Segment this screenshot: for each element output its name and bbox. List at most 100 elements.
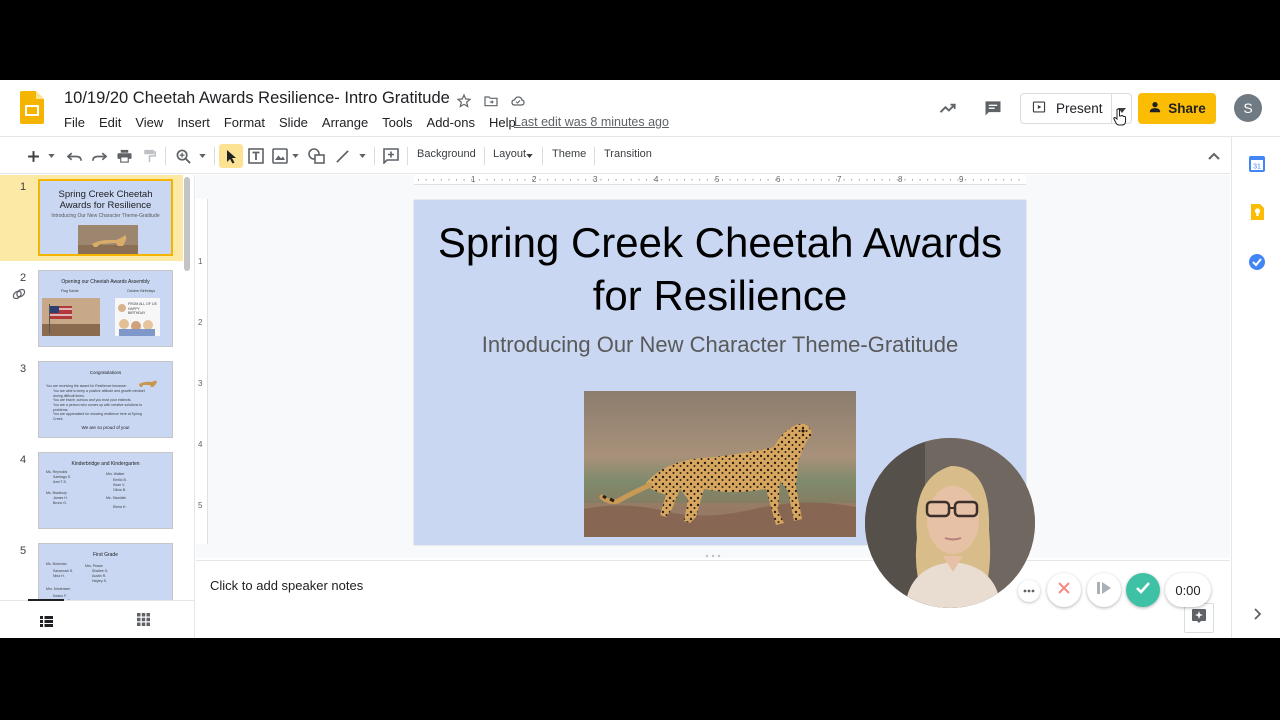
ruler-tick bbox=[630, 179, 632, 181]
document-title[interactable]: 10/19/20 Cheetah Awards Resilience- Intr… bbox=[64, 89, 450, 108]
ruler-tick bbox=[722, 179, 723, 181]
toolbar-divider bbox=[542, 147, 543, 165]
menu-slide[interactable]: Slide bbox=[272, 113, 315, 132]
filmstrip-slide-3[interactable]: 3 Congratulations You are receiving the … bbox=[0, 357, 183, 443]
transition-button[interactable]: Transition bbox=[604, 148, 652, 160]
ruler-tick bbox=[456, 179, 457, 181]
filmstrip-slide-4[interactable]: 4 Kinderbridge and Kindergarten Ms. Reyn… bbox=[0, 448, 183, 534]
ruler-tick bbox=[851, 179, 853, 181]
undo-icon[interactable] bbox=[65, 146, 83, 166]
select-cursor-icon[interactable] bbox=[219, 144, 243, 168]
filmstrip-scrollbar[interactable] bbox=[184, 177, 190, 271]
print-icon[interactable] bbox=[115, 146, 133, 166]
ruler-tick bbox=[942, 179, 944, 181]
line-caret-down-icon[interactable] bbox=[356, 146, 368, 166]
thumb-student: Nina H. bbox=[53, 574, 65, 578]
slide-thumbnail[interactable]: Spring Creek Cheetah Awards for Resilien… bbox=[38, 179, 173, 256]
new-slide-caret-down-icon[interactable] bbox=[45, 146, 57, 166]
thumb-bullet: You are able to keep a positive attitude… bbox=[53, 389, 145, 398]
slides-logo-icon[interactable] bbox=[20, 91, 44, 124]
filmstrip-slide-2[interactable]: 2 Opening our Cheetah Awards Assembly Fl… bbox=[0, 266, 183, 352]
move-folder-icon[interactable] bbox=[481, 91, 500, 110]
zoom-caret-down-icon[interactable] bbox=[196, 146, 208, 166]
line-icon[interactable] bbox=[333, 146, 351, 166]
insert-image-icon[interactable] bbox=[271, 146, 289, 166]
menu-view[interactable]: View bbox=[128, 113, 170, 132]
menu-arrange[interactable]: Arrange bbox=[315, 113, 375, 132]
ruler-tick bbox=[950, 179, 951, 181]
layout-button[interactable]: Layout bbox=[493, 148, 526, 160]
notes-resize-handle[interactable] bbox=[704, 545, 722, 558]
ruler-tick bbox=[919, 179, 921, 181]
calendar-icon[interactable]: 31 bbox=[1248, 155, 1266, 173]
cheetah-photo[interactable] bbox=[584, 391, 856, 537]
last-edit-link[interactable]: Last edit was 8 minutes ago bbox=[514, 115, 669, 129]
menu-edit[interactable]: Edit bbox=[92, 113, 128, 132]
slide-title[interactable]: Spring Creek Cheetah Awards for Resilien… bbox=[414, 216, 1026, 322]
redo-icon[interactable] bbox=[90, 146, 108, 166]
ruler-tick bbox=[995, 179, 997, 181]
slide-thumbnail[interactable]: Opening our Cheetah Awards Assembly Flag… bbox=[38, 270, 173, 347]
cloud-saved-icon[interactable] bbox=[508, 91, 527, 110]
cancel-recording-button[interactable] bbox=[1047, 573, 1081, 607]
activity-dashboard-icon[interactable] bbox=[937, 97, 959, 119]
menu-file[interactable]: File bbox=[57, 113, 92, 132]
close-icon bbox=[1057, 581, 1071, 600]
menu-tools[interactable]: Tools bbox=[375, 113, 419, 132]
paint-format-icon[interactable] bbox=[140, 146, 158, 166]
keep-notes-icon[interactable] bbox=[1248, 203, 1266, 221]
ruler-tick bbox=[798, 179, 799, 181]
ruler-tick bbox=[501, 179, 503, 181]
recording-timer: 0:00 bbox=[1165, 573, 1211, 607]
theme-button[interactable]: Theme bbox=[552, 148, 586, 160]
background-button[interactable]: Background bbox=[417, 148, 476, 160]
text-box-icon[interactable] bbox=[247, 146, 265, 166]
ruler-tick bbox=[699, 179, 701, 181]
app-header: 10/19/20 Cheetah Awards Resilience- Intr… bbox=[0, 80, 1280, 137]
finish-recording-button[interactable] bbox=[1126, 573, 1160, 607]
link-attachment-icon[interactable] bbox=[12, 287, 26, 306]
thumb-student: Savannah S. bbox=[53, 569, 74, 573]
menu-insert[interactable]: Insert bbox=[170, 113, 217, 132]
menu-add-ons[interactable]: Add-ons bbox=[420, 113, 482, 132]
add-comment-icon[interactable] bbox=[382, 146, 400, 166]
slide-number: 3 bbox=[20, 363, 27, 375]
checkmark-icon bbox=[1135, 581, 1151, 600]
new-slide-plus-icon[interactable] bbox=[24, 146, 42, 166]
webcam-bubble[interactable] bbox=[865, 438, 1035, 608]
present-button[interactable]: Present bbox=[1020, 93, 1112, 124]
layout-caret-down-icon[interactable] bbox=[524, 146, 534, 166]
more-options-icon[interactable] bbox=[1018, 580, 1040, 602]
menu-format[interactable]: Format bbox=[217, 113, 272, 132]
image-caret-down-icon[interactable] bbox=[290, 146, 300, 166]
tasks-icon[interactable] bbox=[1248, 253, 1266, 271]
pause-resume-button[interactable] bbox=[1087, 573, 1121, 607]
thumb-teacher: Ms. Burkman bbox=[46, 562, 67, 566]
explore-button[interactable] bbox=[1184, 603, 1214, 633]
grid-view-icon[interactable] bbox=[137, 613, 150, 631]
slide-thumbnail[interactable]: Kinderbridge and Kindergarten Ms. Reynol… bbox=[38, 452, 173, 529]
filmstrip-view-icon[interactable] bbox=[40, 614, 53, 632]
explore-sparkle-icon bbox=[1191, 608, 1207, 629]
collapse-toolbar-chevron-up-icon[interactable] bbox=[1204, 146, 1224, 166]
ruler-tick bbox=[524, 179, 526, 181]
account-avatar[interactable]: S bbox=[1234, 94, 1262, 122]
ruler-label: 4 bbox=[198, 440, 203, 449]
slide-thumbnail[interactable]: Congratulations You are receiving the aw… bbox=[38, 361, 173, 438]
shape-icon[interactable] bbox=[307, 146, 325, 166]
horizontal-ruler: 1 2 3 4 5 6 7 8 9 bbox=[414, 175, 1026, 185]
zoom-icon[interactable] bbox=[174, 146, 192, 166]
expand-side-panel-chevron-right-icon[interactable] bbox=[1248, 605, 1266, 623]
slide-subtitle[interactable]: Introducing Our New Character Theme-Grat… bbox=[414, 332, 1026, 358]
ruler-tick bbox=[433, 179, 435, 181]
ruler-tick bbox=[912, 179, 913, 181]
speaker-notes-placeholder[interactable]: Click to add speaker notes bbox=[210, 578, 363, 593]
google-slides-window: 10/19/20 Cheetah Awards Resilience- Intr… bbox=[0, 80, 1280, 638]
share-button[interactable]: Share bbox=[1138, 93, 1216, 124]
ruler-tick bbox=[1010, 179, 1012, 181]
comment-history-icon[interactable] bbox=[982, 97, 1004, 119]
star-icon[interactable] bbox=[454, 91, 473, 110]
filmstrip-slide-1[interactable]: 1 Spring Creek Cheetah Awards for Resili… bbox=[0, 175, 183, 261]
ruler-tick bbox=[661, 179, 663, 181]
filmstrip-slide-5[interactable]: 5 First Grade Ms. Burkman Savannah S. Ni… bbox=[0, 539, 183, 613]
